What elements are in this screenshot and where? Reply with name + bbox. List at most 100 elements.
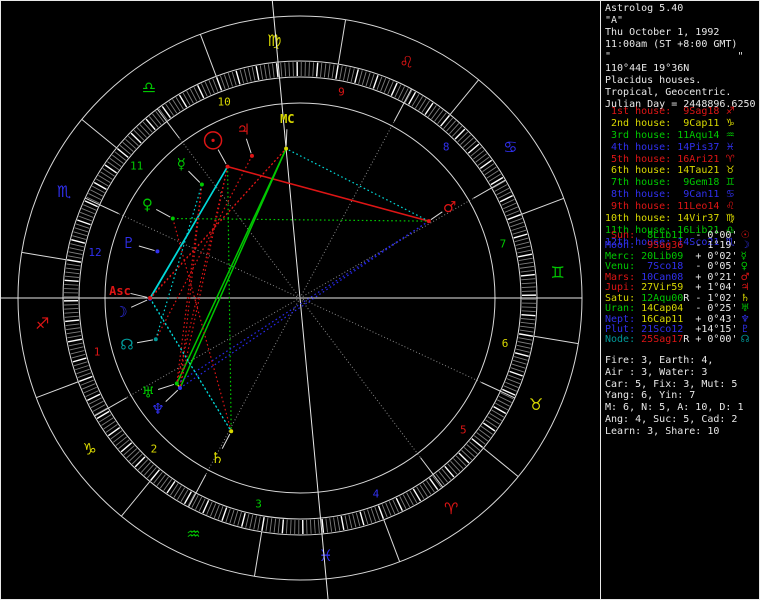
- degree-tick: [140, 461, 151, 473]
- planet-dot-neptune: [178, 386, 183, 391]
- degree-tick: [64, 311, 79, 314]
- planet-uranus-icon: ♅: [141, 384, 154, 402]
- header-text-5: 110°44E 19°36N: [605, 63, 690, 74]
- degree-tick: [478, 429, 491, 439]
- degree-tick: [247, 67, 252, 82]
- sign-divider: [253, 531, 263, 577]
- degree-tick: [213, 504, 220, 519]
- degree-tick: [312, 62, 315, 77]
- planet-position-value: 14Cap04: [635, 303, 684, 315]
- degree-tick: [354, 69, 359, 84]
- degree-tick: [520, 321, 535, 325]
- house-label: 4th house:: [605, 141, 672, 153]
- house-number: 9: [338, 86, 345, 99]
- degree-tick: [65, 323, 80, 326]
- degree-tick: [510, 221, 524, 228]
- sign-divider: [337, 19, 347, 65]
- degree-tick: [70, 243, 85, 248]
- degree-tick: [241, 512, 246, 527]
- degree-tick: [245, 513, 250, 528]
- planet-icon: ♇: [737, 323, 750, 335]
- zodiac-sign-icon: ♑: [719, 117, 735, 129]
- planet-position-value: 25Sag17: [635, 334, 684, 346]
- stats-text-1: Air : 3, Water: 3: [605, 366, 708, 378]
- house-cusp-value: 9Can11: [671, 189, 720, 201]
- degree-tick: [519, 329, 534, 333]
- sign-divider: [483, 447, 519, 478]
- house-cusp-inner: [299, 297, 421, 458]
- header-line: Placidus houses.: [605, 75, 756, 87]
- header-line: Astrolog 5.40: [605, 3, 756, 15]
- degree-tick: [512, 359, 527, 365]
- degree-tick: [377, 505, 385, 520]
- sign-capricorn-icon: ♑: [82, 440, 96, 459]
- degree-tick: [71, 239, 86, 244]
- degree-tick: [343, 66, 347, 81]
- degree-tick: [327, 63, 331, 78]
- angle-label-asc: Asc: [109, 284, 131, 298]
- degree-tick: [257, 516, 261, 531]
- header-text-0: Astrolog 5.40: [605, 3, 684, 14]
- aspect-venus-mars: [172, 217, 429, 222]
- planet-icon: ♆: [737, 313, 750, 325]
- header-line: 11:00am (ST +8:00 GMT): [605, 39, 756, 51]
- degree-tick: [444, 465, 455, 478]
- degree-tick: [134, 456, 146, 468]
- sign-divider: [120, 481, 151, 517]
- degree-tick: [280, 62, 283, 77]
- degree-tick: [329, 517, 333, 532]
- pointer-saturn: [221, 433, 231, 449]
- aspect-node-jupiter: [155, 155, 253, 340]
- degree-tick: [133, 129, 145, 141]
- house-number: 2: [151, 442, 158, 455]
- degree-tick: [521, 313, 536, 317]
- planet-position-value: 10Can08: [635, 271, 684, 283]
- chart-wheel: ♈♉♊♋♌♍♎♏♐♑♒♓123456789101112☽☿♀ ♂♃♄♅♆♇☊Asc…: [0, 0, 583, 600]
- zodiac-sign-icon: ♐: [719, 106, 735, 117]
- degree-tick: [352, 513, 357, 528]
- planet-dot-asc: [148, 296, 152, 300]
- house-number: 7: [500, 237, 507, 250]
- degree-tick: [267, 64, 271, 79]
- aspect-venus-saturn: [172, 218, 232, 432]
- degree-tick: [508, 374, 522, 381]
- degree-tick: [484, 166, 497, 176]
- house-cusp-value: 16Ari21: [671, 153, 720, 165]
- degree-tick: [147, 467, 157, 479]
- planets-table: Sun: 8Lib11 - 0°00' ☉ Moon: 9Sag36 - 1°19…: [605, 230, 750, 346]
- stats-line: Car: 5, Fix: 3, Mut: 5: [605, 379, 743, 391]
- stats-text-5: Ang: 4, Suc: 5, Cad: 2: [605, 413, 738, 425]
- planet-dot-venus: [170, 216, 175, 221]
- degree-tick: [74, 227, 89, 233]
- stats-line: Ang: 4, Suc: 5, Cad: 2: [605, 414, 743, 426]
- degree-tick: [365, 72, 371, 87]
- degree-tick: [513, 233, 528, 239]
- zodiac-sign-icon: ♉: [719, 165, 735, 177]
- planet-label: Moon:: [605, 240, 636, 252]
- house-number: 1: [94, 346, 101, 359]
- degree-tick: [519, 265, 534, 269]
- header-line: "A": [605, 15, 756, 27]
- house-number: 10: [217, 96, 230, 109]
- degree-tick: [64, 308, 79, 310]
- degree-tick: [320, 62, 323, 77]
- degree-tick: [339, 65, 343, 80]
- zodiac-sign-icon: ♌: [719, 201, 735, 213]
- planet-label: Nept:: [605, 313, 636, 325]
- degree-tick: [66, 263, 81, 267]
- degree-tick: [77, 372, 92, 378]
- pointer-uranus: [158, 383, 175, 390]
- degree-tick: [67, 334, 82, 339]
- planet-icon: ☿: [737, 250, 747, 262]
- degree-tick: [64, 279, 79, 283]
- degree-tick: [510, 367, 525, 373]
- sign-sagittarius-icon: ♐: [35, 314, 49, 333]
- aspect-mars-mc: [285, 148, 430, 222]
- degree-tick: [467, 143, 480, 154]
- stats-text-0: Fire: 3, Earth: 4,: [605, 355, 714, 366]
- aspect-sun-saturn: [226, 166, 232, 432]
- planet-icon: ♂: [737, 271, 750, 283]
- degree-tick: [66, 331, 81, 335]
- house-number: 8: [443, 141, 450, 154]
- pointer-venus: [156, 209, 171, 218]
